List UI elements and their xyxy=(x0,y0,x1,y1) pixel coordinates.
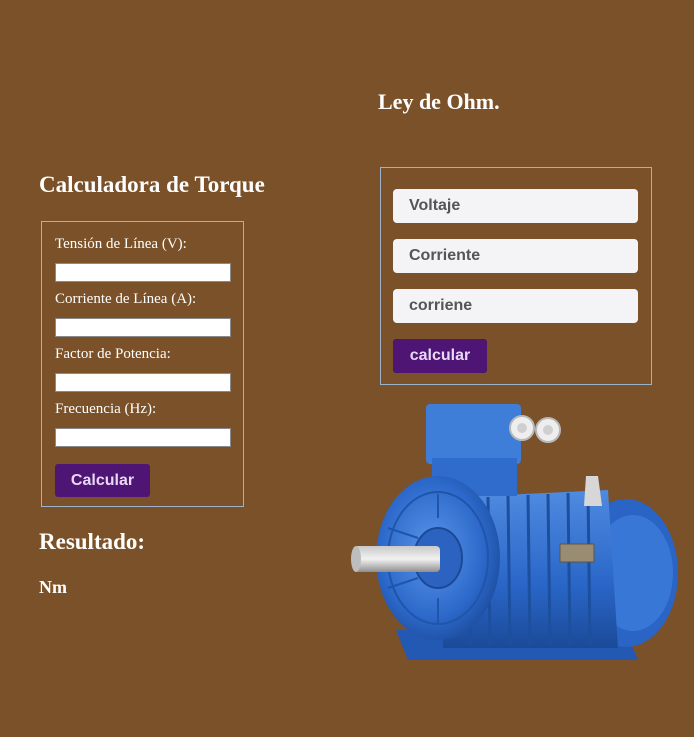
ohm-form: calcular xyxy=(380,167,652,385)
line-current-input[interactable] xyxy=(55,318,231,337)
torque-calculator-title: Calculadora de Torque xyxy=(39,172,265,197)
voltage-input[interactable] xyxy=(393,189,638,223)
result-value: Nm xyxy=(39,577,67,597)
electric-motor-image xyxy=(351,404,678,660)
third-value-input[interactable] xyxy=(393,289,638,323)
calculate-torque-button[interactable]: Calcular xyxy=(55,464,150,497)
power-factor-input[interactable] xyxy=(55,373,231,392)
current-input[interactable] xyxy=(393,239,638,273)
line-voltage-label: Tensión de Línea (V): xyxy=(55,236,187,252)
torque-form: Tensión de Línea (V): Corriente de Línea… xyxy=(41,221,244,507)
power-factor-label: Factor de Potencia: xyxy=(55,346,171,362)
line-current-label: Corriente de Línea (A): xyxy=(55,291,197,307)
line-voltage-input[interactable] xyxy=(55,263,231,282)
ohm-law-title: Ley de Ohm. xyxy=(378,89,500,114)
calculate-ohm-button[interactable]: calcular xyxy=(393,339,487,373)
frequency-input[interactable] xyxy=(55,428,231,447)
result-title: Resultado: xyxy=(39,529,146,554)
frequency-label: Frecuencia (Hz): xyxy=(55,401,157,417)
